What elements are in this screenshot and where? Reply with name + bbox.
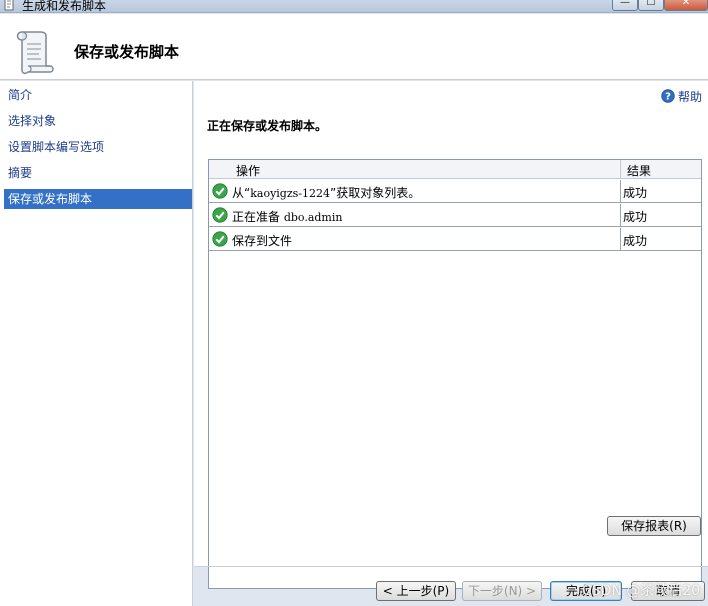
close-icon: ✕	[681, 0, 691, 8]
save-report-button[interactable]: 保存报表(R)	[607, 516, 701, 536]
nav-item-intro[interactable]: 简介	[4, 85, 192, 105]
success-check-icon	[212, 231, 228, 247]
wizard-header: 保存或发布脚本	[0, 14, 708, 80]
watermark-text: CSDN @茶陵后20	[582, 583, 701, 599]
app-icon	[4, 0, 14, 11]
status-heading: 正在保存或发布脚本。	[207, 119, 328, 133]
success-check-icon	[212, 183, 228, 199]
main-panel: ? 帮助 正在保存或发布脚本。 操作 结果 从“kaoyigzs-1224”获取…	[194, 81, 708, 589]
success-check-icon	[212, 207, 228, 223]
cell-divider	[620, 228, 621, 251]
scroll-script-icon	[16, 31, 54, 75]
next-button[interactable]: 下一步(N) >	[462, 581, 542, 601]
row-result: 成功	[623, 186, 648, 200]
previous-button[interactable]: < 上一步(P)	[376, 581, 456, 601]
help-label: 帮助	[677, 89, 702, 104]
row-action: 从“kaoyigzs-1224”获取对象列表。	[232, 186, 421, 200]
title-bar: 生成和发布脚本 — ☐ ✕	[0, 0, 708, 13]
grid-header: 操作 结果	[209, 160, 701, 179]
help-link[interactable]: ? 帮助	[661, 88, 702, 104]
wizard-nav: 简介 选择对象 设置脚本编写选项 摘要 保存或发布脚本	[0, 81, 193, 606]
column-divider[interactable]	[620, 160, 621, 179]
minimize-button[interactable]: —	[612, 0, 638, 11]
column-header-result[interactable]: 结果	[627, 162, 651, 179]
row-action: 保存到文件	[232, 234, 293, 248]
page-title: 保存或发布脚本	[74, 43, 180, 61]
table-row[interactable]: 保存到文件 成功	[209, 228, 701, 251]
nav-item-scripting-options[interactable]: 设置脚本编写选项	[4, 137, 192, 157]
close-button[interactable]: ✕	[664, 0, 708, 11]
nav-item-summary[interactable]: 摘要	[4, 163, 192, 183]
table-row[interactable]: 从“kaoyigzs-1224”获取对象列表。 成功	[209, 180, 701, 203]
row-result: 成功	[623, 210, 648, 224]
table-row[interactable]: 正在准备 dbo.admin 成功	[209, 204, 701, 227]
row-action: 正在准备 dbo.admin	[232, 210, 343, 224]
footer-divider	[194, 566, 708, 567]
window-title: 生成和发布脚本	[22, 0, 107, 13]
maximize-icon: ☐	[646, 0, 656, 8]
maximize-button[interactable]: ☐	[638, 0, 664, 11]
svg-text:?: ?	[665, 92, 671, 103]
nav-item-save-publish[interactable]: 保存或发布脚本	[4, 189, 192, 209]
help-icon: ?	[661, 89, 675, 103]
minimize-icon: —	[620, 0, 630, 8]
cell-divider	[620, 204, 621, 227]
cell-divider	[620, 180, 621, 203]
row-result: 成功	[623, 234, 648, 248]
nav-item-select-objects[interactable]: 选择对象	[4, 111, 192, 131]
column-header-action[interactable]: 操作	[236, 162, 260, 179]
